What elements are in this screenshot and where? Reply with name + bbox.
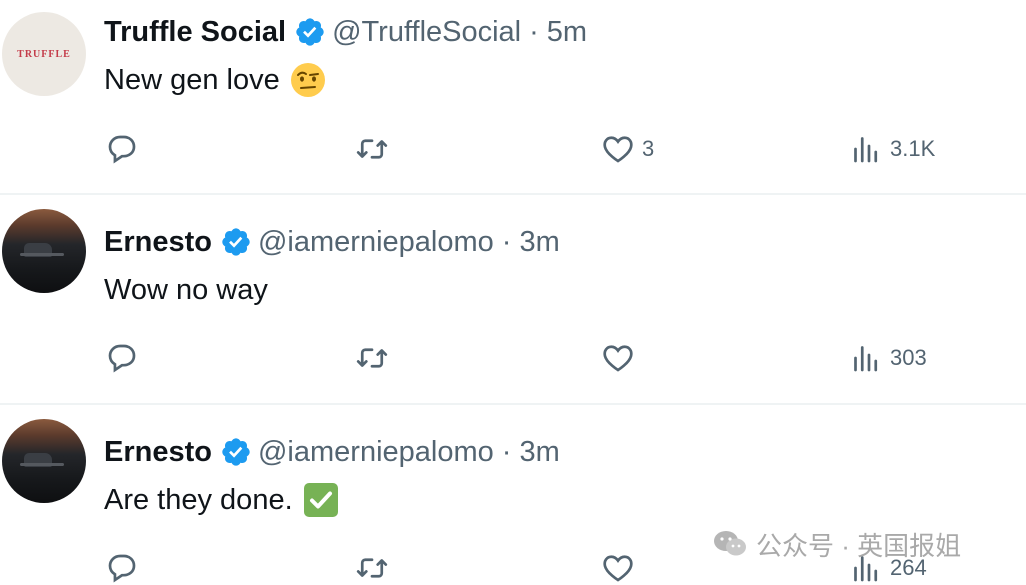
tweet-text: Are they done. <box>104 480 339 520</box>
reply-bubble-icon <box>108 554 136 583</box>
author-name[interactable]: Ernesto <box>104 226 212 259</box>
watermark-text: 公众号 · 英国报姐 <box>756 530 962 561</box>
tweet-header: Truffle Social @TruffleSocial · 5m <box>104 13 587 51</box>
like-count: 3 <box>642 136 655 161</box>
reply-button[interactable] <box>104 127 146 171</box>
avatar-road-shape <box>20 253 64 256</box>
retweet-button[interactable] <box>354 546 396 585</box>
tweet-header: Ernesto @iamerniepalomo · 3m <box>104 433 560 471</box>
author-name[interactable]: Ernesto <box>104 436 212 469</box>
author-name[interactable]: Truffle Social <box>104 16 286 49</box>
tweet-feed: TRUFFLE Truffle Social @TruffleSocial · … <box>0 0 1026 585</box>
separator-dot: · <box>529 15 539 48</box>
tweet-text: New gen love <box>104 60 326 100</box>
separator-dot: · <box>501 225 512 258</box>
view-count: 3.1K <box>890 136 936 161</box>
tweet-header: Ernesto @iamerniepalomo · 3m <box>104 223 560 261</box>
timestamp[interactable]: 3m <box>519 226 559 259</box>
retweet-button[interactable] <box>354 336 396 380</box>
tweet-actions: 303 <box>0 336 1026 380</box>
tweet-text: Wow no way <box>104 270 268 310</box>
retweet-arrows-icon <box>356 348 388 368</box>
retweet-arrows-icon <box>356 558 388 578</box>
heart-icon <box>603 555 633 582</box>
like-button[interactable] <box>600 546 642 585</box>
retweet-button[interactable] <box>354 127 396 171</box>
verified-badge-icon <box>222 228 250 256</box>
reply-button[interactable] <box>104 336 146 380</box>
heart-icon <box>603 136 633 163</box>
author-handle[interactable]: @TruffleSocial <box>332 16 521 49</box>
reply-bubble-icon <box>108 344 136 373</box>
reply-button[interactable] <box>104 546 146 585</box>
verified-badge-icon <box>296 18 324 46</box>
views-bars-icon <box>854 137 878 163</box>
retweet-arrows-icon <box>356 139 388 159</box>
tweet-text-content: New gen love <box>104 63 280 96</box>
author-handle[interactable]: @iamerniepalomo <box>258 436 494 469</box>
view-count: 303 <box>890 345 927 370</box>
views-button[interactable]: 303 <box>848 336 927 380</box>
watermark: 公众号 · 英国报姐 <box>712 526 961 562</box>
avatar[interactable] <box>2 209 86 293</box>
like-button[interactable]: 3 <box>600 127 654 171</box>
separator-dot: · <box>501 435 512 468</box>
heart-icon <box>603 345 633 372</box>
reply-bubble-icon <box>108 135 136 164</box>
tweet-text-content: Wow no way <box>104 273 268 306</box>
avatar-road-shape <box>20 463 64 466</box>
like-button[interactable] <box>600 336 642 380</box>
views-bars-icon <box>854 346 878 372</box>
avatar[interactable] <box>2 419 86 503</box>
views-button[interactable]: 3.1K <box>848 127 935 171</box>
wechat-icon <box>714 531 746 556</box>
timestamp[interactable]: 5m <box>547 16 587 49</box>
author-handle[interactable]: @iamerniepalomo <box>258 226 494 259</box>
avatar-logo-text: TRUFFLE <box>17 48 71 60</box>
verified-badge-icon <box>222 438 250 466</box>
timestamp[interactable]: 3m <box>519 436 559 469</box>
check-mark-button-icon <box>303 483 338 517</box>
avatar[interactable]: TRUFFLE <box>2 12 86 96</box>
tweet-text-content: Are they done. <box>104 483 293 516</box>
face-with-raised-eyebrow-icon <box>290 63 325 97</box>
tweet-actions: 3 3.1K <box>0 127 1026 171</box>
tweet[interactable]: TRUFFLE Truffle Social @TruffleSocial · … <box>0 0 1026 193</box>
